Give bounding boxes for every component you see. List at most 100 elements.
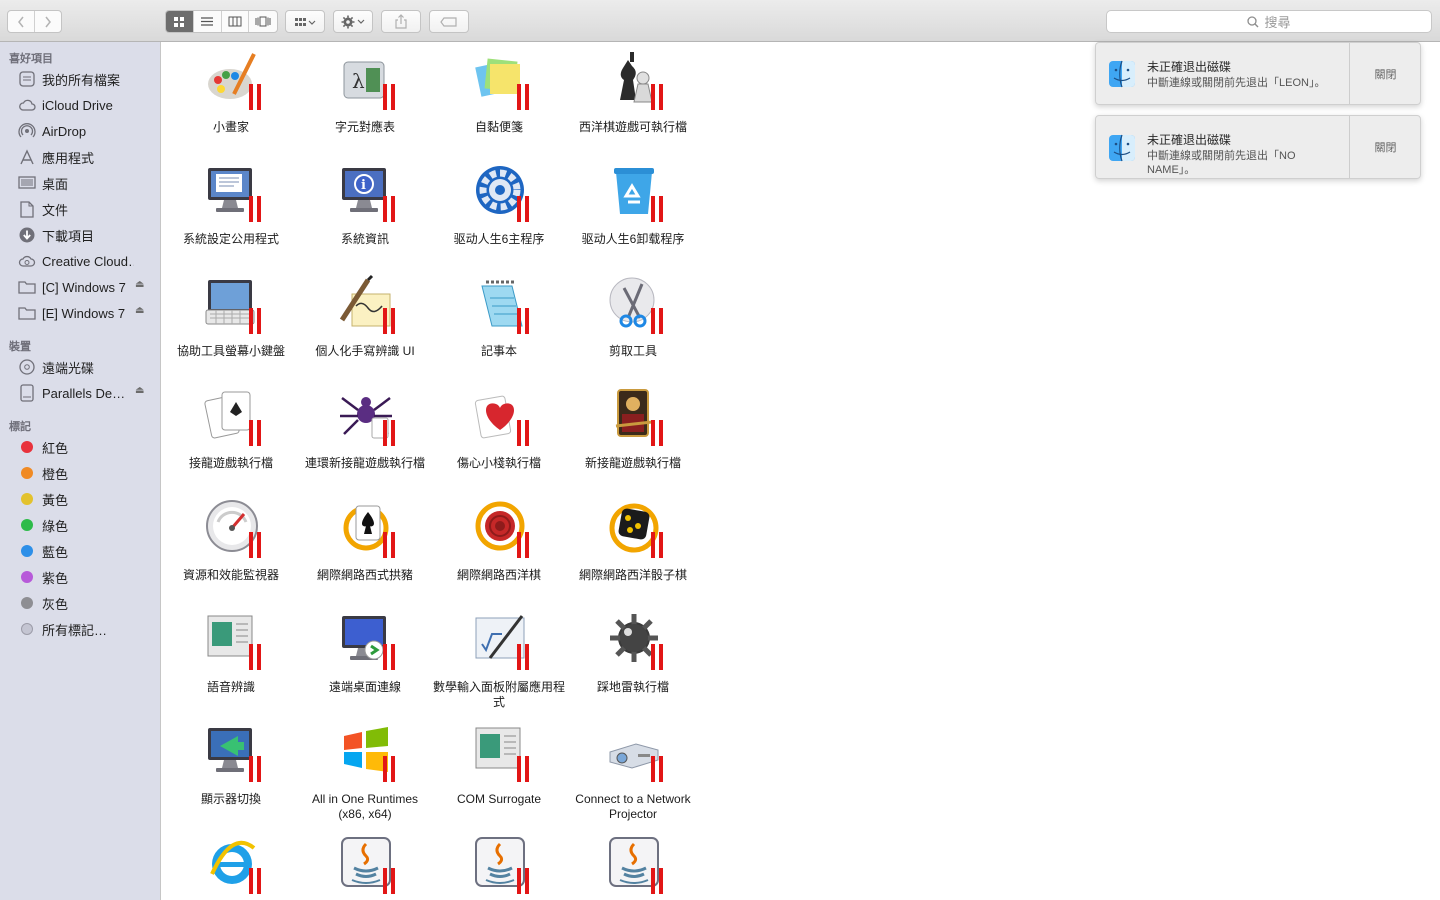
sidebar-item-favorites[interactable]: AirDrop <box>0 119 160 143</box>
tag-button[interactable] <box>429 10 469 33</box>
search-field[interactable]: 搜尋 <box>1106 10 1432 33</box>
sidebar-item-favorites[interactable]: [E] Windows 7 ⏏ <box>0 301 160 325</box>
file-item[interactable]: 新接龍遊戲執行檔 <box>566 378 700 490</box>
sidebar-item-tag[interactable]: 紫色 <box>0 565 160 589</box>
parallels-badge-icon <box>651 196 665 222</box>
file-item[interactable]: 顯示器切換 <box>164 714 298 826</box>
file-item[interactable] <box>566 826 700 900</box>
file-item[interactable] <box>164 826 298 900</box>
list-icon <box>201 17 214 26</box>
parallels-badge-icon <box>651 308 665 334</box>
parallels-badge-icon <box>517 196 531 222</box>
sidebar-item-tag[interactable]: 黃色 <box>0 487 160 511</box>
file-item[interactable]: 接龍遊戲執行檔 <box>164 378 298 490</box>
notification-title: 未正確退出磁碟 <box>1147 60 1232 74</box>
file-item[interactable]: 個人化手寫辨識 UI <box>298 266 432 378</box>
column-view-button[interactable] <box>222 11 250 32</box>
recycle-bin-icon <box>603 162 665 222</box>
paint-icon <box>201 50 263 110</box>
tag-color-dot <box>21 597 33 609</box>
arrange-button[interactable] <box>285 10 325 33</box>
sidebar-item-tag[interactable]: 紅色 <box>0 435 160 459</box>
action-button[interactable] <box>333 10 373 33</box>
parallels-badge-icon <box>517 756 531 782</box>
grid-icon <box>174 16 185 27</box>
eject-icon[interactable]: ⏏ <box>135 279 144 290</box>
file-item[interactable]: 網際網路西洋骰子棋 <box>566 490 700 602</box>
file-item[interactable]: i 系統資訊 <box>298 154 432 266</box>
gear-icon <box>341 15 365 28</box>
sidebar-item-favorites[interactable]: 桌面 <box>0 171 160 195</box>
sidebar-item-favorites[interactable]: 下載項目 <box>0 223 160 247</box>
eject-icon[interactable]: ⏏ <box>135 305 144 316</box>
file-item[interactable]: 系統設定公用程式 <box>164 154 298 266</box>
forward-button[interactable] <box>35 11 61 32</box>
file-item[interactable]: All in One Runtimes (x86, x64) <box>298 714 432 826</box>
sidebar-item-favorites[interactable]: [C] Windows 7 ⏏ <box>0 275 160 299</box>
parallels-badge-icon <box>517 868 531 894</box>
file-item[interactable]: 數學輸入面板附屬應用程式 <box>432 602 566 714</box>
hearts-icon <box>469 386 531 446</box>
sidebar-item-favorites[interactable]: iCloud Drive <box>0 93 160 117</box>
sidebar-item-favorites[interactable]: 文件 <box>0 197 160 221</box>
file-item[interactable]: 剪取工具 <box>566 266 700 378</box>
desktop-icon <box>17 174 37 192</box>
sidebar-item-devices[interactable]: Parallels De… ⏏ <box>0 381 160 405</box>
file-item[interactable]: 網際網路西洋棋 <box>432 490 566 602</box>
file-item[interactable]: 資源和效能監視器 <box>164 490 298 602</box>
file-item[interactable]: 語音辨識 <box>164 602 298 714</box>
file-item[interactable]: 驱动人生6主程序 <box>432 154 566 266</box>
file-item[interactable]: 記事本 <box>432 266 566 378</box>
sidebar-item-favorites[interactable]: 我的所有檔案 <box>0 67 160 91</box>
tag-icon <box>440 16 457 27</box>
internet-checkers-icon <box>469 498 531 558</box>
math-input-icon <box>469 610 531 670</box>
sidebar-item-tag[interactable]: 灰色 <box>0 591 160 615</box>
internet-spades-icon <box>335 498 397 558</box>
file-item[interactable]: 傷心小棧執行檔 <box>432 378 566 490</box>
list-view-button[interactable] <box>194 11 222 32</box>
parallels-badge-icon <box>517 420 531 446</box>
back-button[interactable] <box>8 11 35 32</box>
sidebar-item-tag[interactable]: 藍色 <box>0 539 160 563</box>
file-item[interactable]: 踩地雷執行檔 <box>566 602 700 714</box>
sidebar-item-label: 藍色 <box>42 544 69 560</box>
file-item[interactable]: 西洋棋遊戲可執行檔 <box>566 42 700 154</box>
file-item[interactable]: 驱动人生6卸载程序 <box>566 154 700 266</box>
parallels-badge-icon <box>249 644 263 670</box>
file-item[interactable] <box>432 826 566 900</box>
file-item[interactable]: 協助工具螢幕小鍵盤 <box>164 266 298 378</box>
file-item[interactable]: 網際網路西式拱豬 <box>298 490 432 602</box>
sidebar-item-tag[interactable]: 綠色 <box>0 513 160 537</box>
file-label: Connect to a Network Projector <box>575 792 691 821</box>
solitaire-icon <box>201 386 263 446</box>
cloud-icon <box>17 96 37 114</box>
parallels-badge-icon <box>383 756 397 782</box>
eject-icon[interactable]: ⏏ <box>135 385 144 396</box>
notification-close-button[interactable]: 關閉 <box>1350 43 1421 104</box>
sidebar-item-tag[interactable]: 所有標記… <box>0 617 160 641</box>
notification: 未正確退出磁碟 中斷連線或關閉前先退出「LEON」。 關閉 <box>1095 42 1421 105</box>
notification-close-button[interactable]: 關閉 <box>1350 116 1421 178</box>
parallels-badge-icon <box>517 308 531 334</box>
sidebar-item-tag[interactable]: 橙色 <box>0 461 160 485</box>
file-item[interactable]: 自黏便箋 <box>432 42 566 154</box>
file-item[interactable]: λ 字元對應表 <box>298 42 432 154</box>
share-button[interactable] <box>381 10 421 33</box>
sidebar-item-favorites[interactable]: 應用程式 <box>0 145 160 169</box>
keyboard-icon <box>201 274 263 334</box>
file-item[interactable] <box>298 826 432 900</box>
finder-icon <box>1108 134 1136 162</box>
file-item[interactable]: COM Surrogate <box>432 714 566 826</box>
parallels-badge-icon <box>651 420 665 446</box>
file-item[interactable]: 小畫家 <box>164 42 298 154</box>
sidebar-item-devices[interactable]: 遠端光碟 <box>0 355 160 379</box>
file-item[interactable]: 遠端桌面連線 <box>298 602 432 714</box>
cover-flow-button[interactable] <box>249 11 277 32</box>
file-item[interactable]: Connect to a Network Projector <box>566 714 700 826</box>
gauge-icon <box>201 498 263 558</box>
file-item[interactable]: 連環新接龍遊戲執行檔 <box>298 378 432 490</box>
icon-view-button[interactable] <box>166 11 194 32</box>
notification: 未正確退出磁碟 中斷連線或關閉前先退出「NO NAME」。 關閉 <box>1095 115 1421 179</box>
sidebar-item-favorites[interactable]: Creative Cloud… <box>0 249 160 273</box>
